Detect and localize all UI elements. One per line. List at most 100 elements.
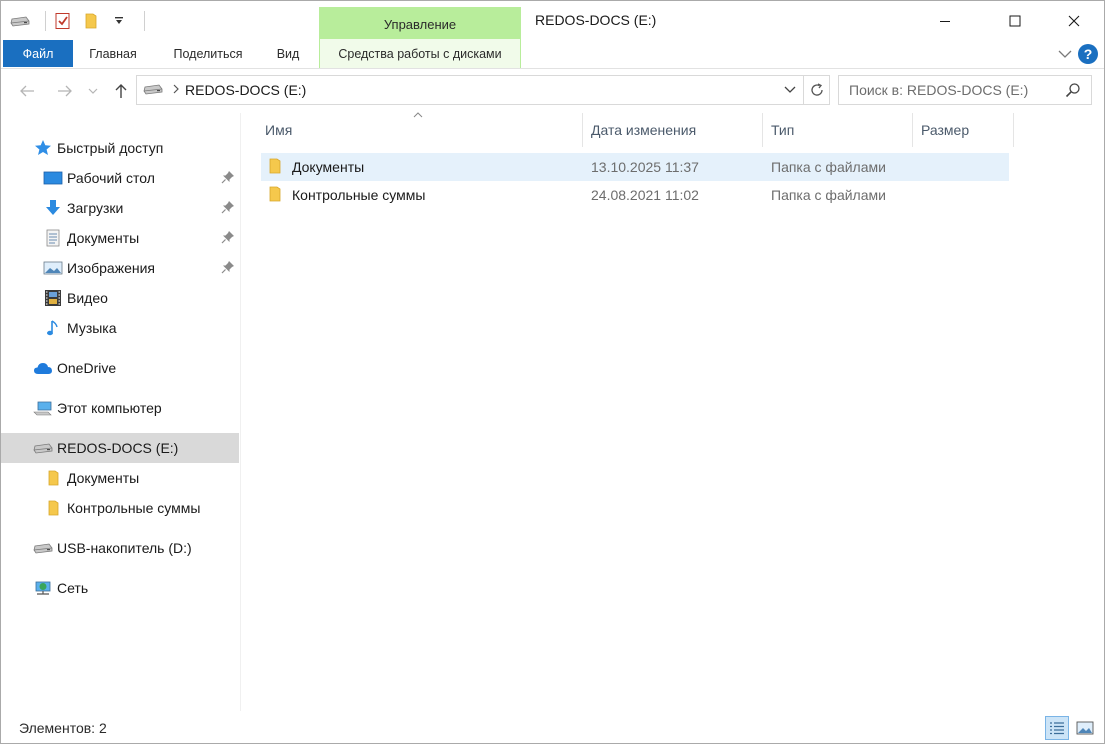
pin-icon[interactable] bbox=[221, 260, 235, 277]
context-group-label: Управление bbox=[319, 7, 521, 41]
expand-ribbon-button[interactable] bbox=[1058, 46, 1072, 62]
search-icon[interactable] bbox=[1065, 82, 1081, 101]
drive-icon bbox=[143, 82, 163, 99]
nav-item-desktop[interactable]: Рабочий стол bbox=[1, 163, 239, 193]
arrow-left-icon bbox=[20, 85, 34, 97]
window-title: REDOS-DOCS (E:) bbox=[535, 12, 657, 28]
pin-icon[interactable] bbox=[221, 170, 235, 187]
folder-icon bbox=[43, 468, 63, 488]
nav-item-redos-docs[interactable]: REDOS-DOCS (E:) bbox=[1, 433, 239, 463]
arrow-up-icon bbox=[115, 84, 127, 98]
nav-item-onedrive[interactable]: OneDrive bbox=[1, 353, 239, 383]
ribbon-tabs: Файл Главная Поделиться Вид Средства раб… bbox=[1, 39, 1104, 69]
chevron-down-icon bbox=[1058, 50, 1072, 58]
navigation-pane: Быстрый доступ Рабочий стол Загрузки Док… bbox=[1, 113, 241, 711]
nav-item-folder-documents[interactable]: Документы bbox=[1, 463, 239, 493]
folder-icon bbox=[43, 498, 63, 518]
address-bar[interactable]: REDOS-DOCS (E:) bbox=[136, 75, 830, 105]
nav-item-this-pc[interactable]: Этот компьютер bbox=[1, 393, 239, 423]
ribbon-controls: ? bbox=[1058, 44, 1098, 64]
file-modified: 13.10.2025 11:37 bbox=[591, 159, 699, 175]
status-bar: Элементов: 2 bbox=[1, 713, 1104, 743]
details-view-button[interactable] bbox=[1045, 716, 1069, 740]
folder-icon bbox=[267, 158, 283, 179]
column-header-modified[interactable]: Дата изменения bbox=[583, 113, 763, 147]
maximize-button[interactable] bbox=[992, 1, 1038, 41]
file-modified: 24.08.2021 11:02 bbox=[591, 187, 699, 203]
properties-icon[interactable] bbox=[52, 10, 74, 32]
music-icon bbox=[43, 318, 63, 338]
up-button[interactable] bbox=[109, 79, 133, 103]
drive-icon bbox=[33, 538, 53, 558]
tab-share[interactable]: Поделиться bbox=[161, 39, 255, 68]
breadcrumb-current[interactable]: REDOS-DOCS (E:) bbox=[185, 82, 306, 98]
nav-item-network[interactable]: Сеть bbox=[1, 573, 239, 603]
title-bar: Управление REDOS-DOCS (E:) bbox=[1, 1, 1104, 41]
tab-view[interactable]: Вид bbox=[267, 39, 309, 68]
download-icon bbox=[43, 198, 63, 218]
quick-access-toolbar bbox=[9, 10, 145, 32]
close-icon bbox=[1068, 15, 1080, 27]
item-count: Элементов: 2 bbox=[19, 720, 107, 736]
pictures-icon bbox=[43, 258, 63, 278]
explorer-window: Управление REDOS-DOCS (E:) Файл Главная … bbox=[0, 0, 1105, 744]
refresh-button[interactable] bbox=[803, 76, 829, 104]
file-name: Документы bbox=[292, 159, 365, 175]
details-view-icon bbox=[1050, 722, 1064, 735]
drive-icon[interactable] bbox=[9, 10, 31, 32]
maximize-icon bbox=[1009, 15, 1021, 27]
large-icons-view-icon bbox=[1076, 721, 1094, 735]
tab-home[interactable]: Главная bbox=[77, 39, 149, 68]
forward-button[interactable] bbox=[53, 79, 77, 103]
large-icons-view-button[interactable] bbox=[1073, 716, 1097, 740]
column-header-name[interactable]: Имя bbox=[257, 113, 583, 147]
tab-file[interactable]: Файл bbox=[3, 40, 73, 67]
close-button[interactable] bbox=[1051, 1, 1097, 41]
tab-drive-tools[interactable]: Средства работы с дисками bbox=[319, 39, 521, 68]
file-type: Папка с файлами bbox=[771, 187, 886, 203]
file-name: Контрольные суммы bbox=[292, 187, 426, 203]
file-list: Имя Дата изменения Тип Размер Документы … bbox=[243, 112, 1104, 711]
back-button[interactable] bbox=[15, 79, 39, 103]
file-type: Папка с файлами bbox=[771, 159, 886, 175]
file-row[interactable]: Документы 13.10.2025 11:37 Папка с файла… bbox=[261, 153, 1009, 181]
nav-item-video[interactable]: Видео bbox=[1, 283, 239, 313]
nav-item-documents[interactable]: Документы bbox=[1, 223, 239, 253]
folder-icon bbox=[267, 186, 283, 207]
network-icon bbox=[33, 578, 53, 598]
nav-item-music[interactable]: Музыка bbox=[1, 313, 239, 343]
toolbar-separator bbox=[144, 11, 145, 31]
navigation-bar: REDOS-DOCS (E:) bbox=[1, 73, 1104, 109]
pin-icon[interactable] bbox=[221, 230, 235, 247]
arrow-right-icon bbox=[58, 85, 72, 97]
file-row[interactable]: Контрольные суммы 24.08.2021 11:02 Папка… bbox=[261, 181, 1009, 209]
minimize-icon bbox=[940, 21, 950, 22]
search-box[interactable] bbox=[838, 75, 1092, 105]
nav-item-downloads[interactable]: Загрузки bbox=[1, 193, 239, 223]
toolbar-separator bbox=[45, 11, 46, 31]
customize-toolbar-icon[interactable] bbox=[108, 10, 130, 32]
nav-item-usb-drive[interactable]: USB-накопитель (D:) bbox=[1, 533, 239, 563]
refresh-icon bbox=[810, 83, 823, 96]
address-dropdown-button[interactable] bbox=[779, 76, 801, 104]
search-input[interactable] bbox=[849, 82, 1059, 98]
computer-icon bbox=[33, 398, 53, 418]
desktop-icon bbox=[43, 168, 63, 188]
cloud-icon bbox=[33, 358, 53, 378]
chevron-down-icon bbox=[784, 86, 796, 93]
star-icon bbox=[33, 138, 53, 158]
column-header-size[interactable]: Размер bbox=[913, 113, 1014, 147]
nav-item-folder-checksums[interactable]: Контрольные суммы bbox=[1, 493, 239, 523]
minimize-button[interactable] bbox=[922, 1, 968, 41]
chevron-down-icon bbox=[88, 88, 98, 94]
documents-icon bbox=[43, 228, 63, 248]
nav-item-pictures[interactable]: Изображения bbox=[1, 253, 239, 283]
breadcrumb-chevron-icon[interactable] bbox=[173, 83, 179, 97]
pin-icon[interactable] bbox=[221, 200, 235, 217]
help-button[interactable]: ? bbox=[1078, 44, 1098, 64]
drive-icon bbox=[33, 438, 53, 458]
nav-item-quick-access[interactable]: Быстрый доступ bbox=[1, 133, 239, 163]
recent-locations-button[interactable] bbox=[85, 79, 101, 103]
column-header-type[interactable]: Тип bbox=[763, 113, 913, 147]
new-folder-icon[interactable] bbox=[80, 10, 102, 32]
